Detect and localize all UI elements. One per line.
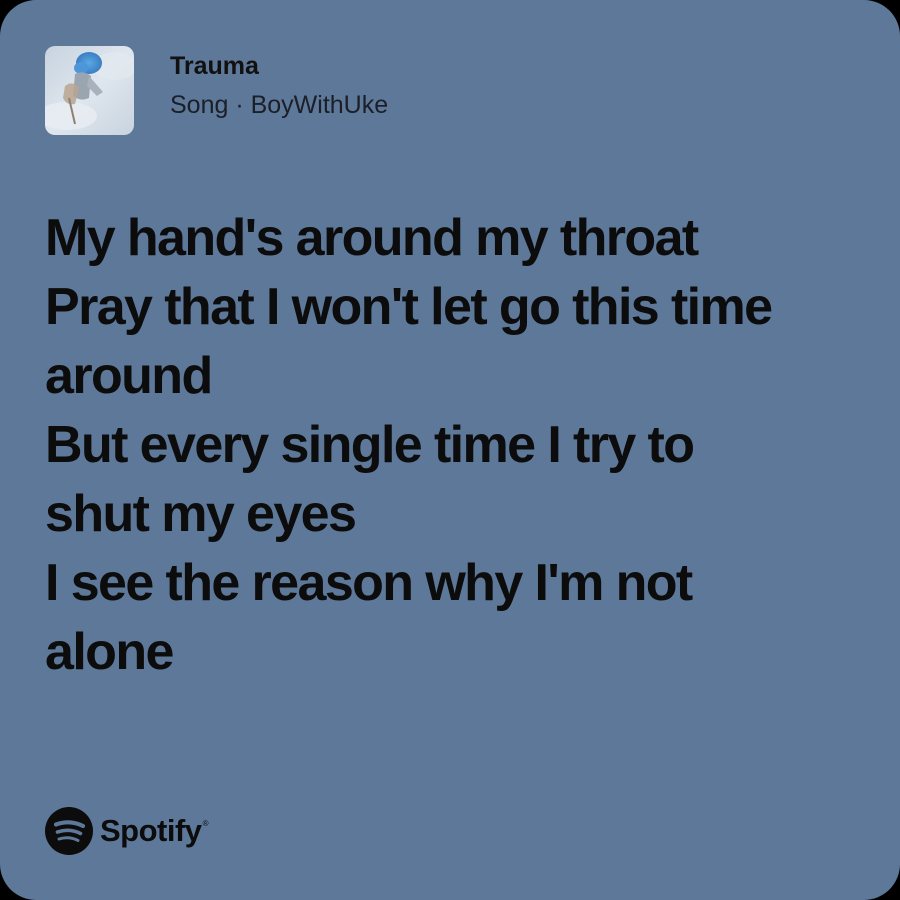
lyric-line: alone — [45, 623, 174, 681]
lyrics-share-card: Trauma Song · BoyWithUke My hand's aroun… — [0, 0, 900, 900]
song-header[interactable]: Trauma Song · BoyWithUke — [45, 45, 388, 135]
spotify-brand[interactable]: Spotify ® — [45, 807, 208, 855]
lyric-line: But every single time I try to — [45, 416, 695, 474]
song-title[interactable]: Trauma — [170, 51, 388, 81]
lyric-line: I see the reason why I'm not — [45, 554, 693, 612]
lyrics-block: My hand's around my throat Pray that I w… — [45, 204, 865, 687]
song-artist-line[interactable]: Song · BoyWithUke — [170, 90, 388, 120]
lyric-line: shut my eyes — [45, 485, 357, 543]
album-cover-image — [45, 45, 134, 135]
spotify-logo-icon — [45, 807, 93, 855]
song-meta: Trauma Song · BoyWithUke — [170, 45, 388, 120]
lyric-line: around — [45, 347, 213, 405]
lyric-line: My hand's around my throat — [45, 209, 699, 267]
registered-mark: ® — [202, 819, 209, 828]
spotify-wordmark: Spotify — [100, 813, 202, 848]
lyric-line: Pray that I won't let go this time — [45, 278, 773, 336]
